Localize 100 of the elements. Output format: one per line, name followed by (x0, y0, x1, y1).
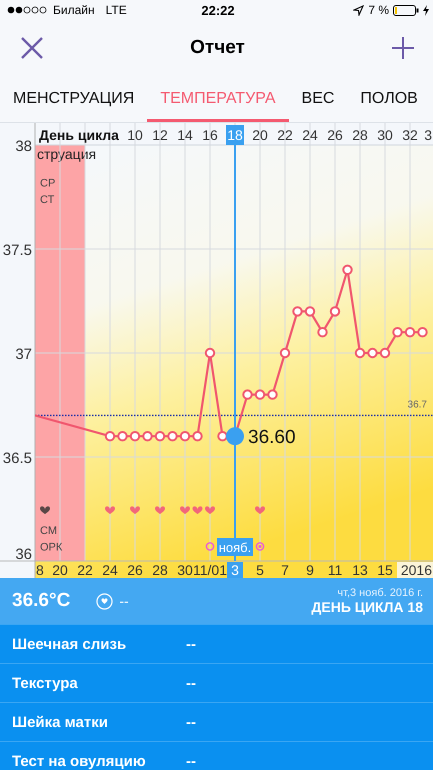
temperature-point[interactable] (417, 327, 428, 338)
temperature-point[interactable] (280, 348, 290, 358)
symptom-label: СТ (40, 194, 54, 206)
temperature-point[interactable] (317, 327, 328, 338)
temperature-point[interactable] (242, 389, 253, 400)
y-axis-label: 37.5 (2, 242, 32, 259)
selected-cycle-day[interactable]: 18 (226, 125, 244, 145)
symptom-label: ОРК (40, 541, 62, 554)
ovulation-test-icon (256, 542, 264, 551)
cycle-day-number: 28 (352, 127, 368, 143)
x-axis-label: 11/01 (193, 562, 227, 578)
heart-icon (130, 506, 140, 514)
temperature-point[interactable] (404, 327, 416, 338)
cycle-day-number: 14 (177, 127, 193, 143)
cycle-day-number: 32 (402, 127, 418, 143)
detail-value: -- (186, 674, 196, 692)
month-tag: нояб. (217, 538, 253, 556)
screen-title: Отчет (190, 36, 245, 58)
temperature-value: 36.6°C (12, 590, 70, 612)
temperature-point[interactable] (130, 431, 140, 442)
y-axis-label: 38 (15, 138, 32, 155)
selected-date: чт,3 нояб. 2016 г. (337, 587, 423, 599)
charging-icon (423, 4, 429, 16)
cycle-day-number: 30 (377, 127, 393, 143)
selected-point[interactable] (226, 427, 244, 446)
x-axis-label: 30 (177, 562, 193, 578)
cycle-day-number: 16 (202, 127, 218, 143)
detail-label: Тест на овуляцию (12, 752, 147, 770)
carrier-name: Билайн (53, 3, 95, 17)
temperature-point[interactable] (354, 348, 366, 358)
temperature-point[interactable] (192, 431, 203, 442)
detail-label: Шеечная слизь (12, 636, 128, 652)
heart-icon (255, 506, 265, 514)
x-axis-label: 7 (281, 562, 289, 578)
cycle-day-number: 20 (252, 127, 268, 143)
temperature-point[interactable] (342, 264, 353, 275)
detail-label: Текстура (12, 674, 79, 692)
detail-value: -- (186, 636, 196, 652)
cycle-day-number: 24 (302, 127, 318, 143)
cycle-day-number: 22 (277, 127, 293, 143)
close-icon[interactable] (21, 36, 43, 58)
x-axis-label: 22 (77, 562, 93, 578)
menstruation-label: струация (37, 146, 96, 162)
temperature-point[interactable] (392, 327, 403, 338)
temperature-point[interactable] (380, 348, 390, 358)
cycle-day-number: 12 (152, 127, 168, 143)
add-icon[interactable] (392, 36, 414, 58)
temperature-point[interactable] (267, 389, 278, 400)
x-axis-label: 26 (127, 562, 143, 578)
battery-icon (393, 4, 419, 16)
temperature-point[interactable] (142, 431, 153, 442)
temperature-point[interactable] (292, 306, 303, 317)
x-axis-label: 5 (256, 562, 264, 578)
detail-row[interactable]: Тест на овуляцию -- (0, 741, 433, 770)
x-axis-label: 24 (102, 562, 118, 578)
ovulation-test-icon (206, 542, 214, 551)
selected-date[interactable]: 3 (227, 562, 243, 578)
tab[interactable]: ПОЛОВ (347, 78, 431, 122)
temperature-point[interactable] (117, 431, 128, 442)
temperature-point[interactable] (104, 431, 116, 442)
x-tick-label: 3 (231, 562, 240, 578)
cycle-day-number: 10 (127, 127, 143, 143)
x-axis-label: 8 (36, 562, 44, 578)
heart-icon (105, 506, 115, 514)
temperature-point[interactable] (304, 306, 316, 317)
x-axis-label: 28 (152, 562, 168, 578)
cycle-day-label: День цикла (39, 127, 119, 143)
location-icon (353, 4, 364, 16)
temperature-point[interactable] (180, 431, 190, 442)
x-axis-label: 13 (352, 562, 368, 578)
cycle-day-number: 3 (424, 127, 432, 143)
symptom-label: СР (40, 177, 56, 190)
symptom-label: СМ (40, 524, 57, 537)
heart-icon (155, 506, 165, 514)
x-axis-label: 9 (306, 562, 314, 578)
x-axis-label: 11 (328, 562, 342, 578)
temperature-point[interactable] (330, 306, 340, 317)
temperature-point[interactable] (167, 431, 178, 442)
temperature-point[interactable] (154, 431, 166, 442)
clock: 22:22 (201, 2, 235, 18)
cycle-day: ДЕНЬ ЦИКЛА 18 (311, 599, 423, 615)
selected-temperature: 36.60 (248, 427, 296, 448)
temperature-point[interactable] (204, 348, 216, 358)
x-axis-label: 20 (52, 562, 68, 578)
intercourse-value: -- (119, 593, 129, 609)
x-axis-label: 2016 (400, 562, 432, 578)
temperature-point[interactable] (367, 348, 378, 358)
temperature-point[interactable] (217, 431, 228, 442)
detail-label: Шейка матки (12, 714, 109, 730)
detail-value: -- (186, 752, 196, 770)
tab[interactable]: МЕНСТРУАЦИЯ (0, 78, 148, 122)
heart-icon (40, 506, 50, 514)
y-axis-label: 36 (15, 546, 32, 563)
temperature-point[interactable] (254, 389, 266, 400)
detail-value: -- (186, 714, 196, 730)
cycle-day-number: 26 (327, 127, 343, 143)
battery-percent: 7 % (368, 3, 389, 17)
signal-icon (7, 6, 48, 14)
tab[interactable]: ВЕС (288, 78, 348, 122)
x-axis-label: 15 (377, 562, 393, 578)
